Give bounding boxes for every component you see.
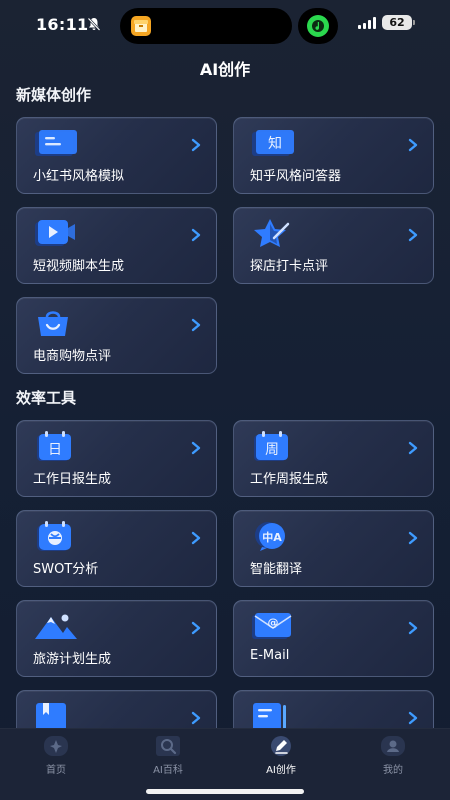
card-document-partial[interactable] xyxy=(233,690,434,728)
card-label: E-Mail xyxy=(250,648,290,663)
status-time: 16:11 xyxy=(36,15,89,34)
tab-label: AI创作 xyxy=(266,765,296,776)
cellular-signal-icon xyxy=(358,17,376,29)
chevron-right-icon xyxy=(191,228,201,242)
day-glyph: 日 xyxy=(48,442,62,458)
at-glyph: @ xyxy=(268,616,279,629)
content-scroll[interactable]: 新媒体创作 小红书风格模拟 知 知乎风格问答器 短视频脚本生成 探店打卡点评 电… xyxy=(0,76,450,728)
card-label: 工作周报生成 xyxy=(250,472,329,487)
card-label: 探店打卡点评 xyxy=(250,259,329,274)
dynamic-island[interactable] xyxy=(120,8,292,44)
chevron-right-icon xyxy=(408,228,418,242)
chevron-right-icon xyxy=(191,318,201,332)
card-xiaohongshu[interactable]: 小红书风格模拟 xyxy=(16,117,217,194)
card-email[interactable]: @ E-Mail xyxy=(233,600,434,677)
card-label: 小红书风格模拟 xyxy=(33,169,125,184)
chevron-right-icon xyxy=(408,711,418,725)
status-bar: 16:11 62 xyxy=(0,0,450,50)
card-label: 短视频脚本生成 xyxy=(33,259,125,274)
battery-indicator: 62 xyxy=(382,15,412,30)
swot-calendar-icon xyxy=(37,521,71,551)
chevron-right-icon xyxy=(408,531,418,545)
card-ecommerce[interactable]: 电商购物点评 xyxy=(16,297,217,374)
email-icon: @ xyxy=(252,613,292,639)
card-label: 知乎风格问答器 xyxy=(250,169,342,184)
card-label: 电商购物点评 xyxy=(33,349,112,364)
section-title-media: 新媒体创作 xyxy=(16,86,92,104)
chevron-right-icon xyxy=(191,138,201,152)
calendar-day-icon: 日 xyxy=(37,431,71,461)
bell-muted-icon xyxy=(87,17,101,31)
card-label: 工作日报生成 xyxy=(33,472,112,487)
zhi-icon: 知 xyxy=(252,130,294,156)
star-icon xyxy=(254,219,290,247)
music-note-icon xyxy=(307,15,329,37)
mountain-icon xyxy=(35,614,77,639)
pen-icon xyxy=(271,736,291,756)
calendar-week-icon: 周 xyxy=(254,431,288,461)
week-glyph: 周 xyxy=(265,442,279,458)
battery-cap xyxy=(413,20,415,25)
box-app-icon xyxy=(131,16,151,36)
card-swot[interactable]: SWOT分析 xyxy=(16,510,217,587)
chevron-right-icon xyxy=(408,441,418,455)
profile-icon xyxy=(381,736,405,756)
bookmark-book-icon xyxy=(36,703,66,728)
translate-icon: 中A xyxy=(255,522,285,551)
tab-label: 首页 xyxy=(46,765,66,776)
music-activity[interactable] xyxy=(298,8,338,44)
card-label: 旅游计划生成 xyxy=(33,652,112,667)
search-book-icon xyxy=(156,736,180,756)
card-label: 智能翻译 xyxy=(250,562,303,577)
card-bookmark-partial[interactable] xyxy=(16,690,217,728)
chevron-right-icon xyxy=(191,441,201,455)
document-icon xyxy=(253,703,286,728)
chevron-right-icon xyxy=(408,621,418,635)
tab-label: 我的 xyxy=(383,765,403,776)
tab-ai-create[interactable]: AI创作 xyxy=(241,735,321,779)
notebook-icon xyxy=(35,130,77,156)
zhi-glyph: 知 xyxy=(268,135,282,152)
tab-label: AI百科 xyxy=(153,765,183,776)
home-indicator[interactable] xyxy=(146,789,304,794)
card-travel[interactable]: 旅游计划生成 xyxy=(16,600,217,677)
tab-profile[interactable]: 我的 xyxy=(353,735,433,779)
chevron-right-icon xyxy=(191,711,201,725)
card-video-script[interactable]: 短视频脚本生成 xyxy=(16,207,217,284)
shopping-bag-icon xyxy=(38,311,68,336)
translate-glyph: 中A xyxy=(262,530,282,544)
card-weekly-report[interactable]: 周 工作周报生成 xyxy=(233,420,434,497)
card-shop-review[interactable]: 探店打卡点评 xyxy=(233,207,434,284)
chevron-right-icon xyxy=(191,621,201,635)
tab-home[interactable]: 首页 xyxy=(16,735,96,779)
home-icon xyxy=(44,736,68,756)
chevron-right-icon xyxy=(191,531,201,545)
tab-ai-encyclopedia[interactable]: AI百科 xyxy=(128,735,208,779)
card-zhihu[interactable]: 知 知乎风格问答器 xyxy=(233,117,434,194)
card-label: SWOT分析 xyxy=(33,562,99,577)
section-title-efficiency: 效率工具 xyxy=(16,389,77,407)
chevron-right-icon xyxy=(408,138,418,152)
video-play-icon xyxy=(35,220,75,246)
card-daily-report[interactable]: 日 工作日报生成 xyxy=(16,420,217,497)
card-translate[interactable]: 中A 智能翻译 xyxy=(233,510,434,587)
